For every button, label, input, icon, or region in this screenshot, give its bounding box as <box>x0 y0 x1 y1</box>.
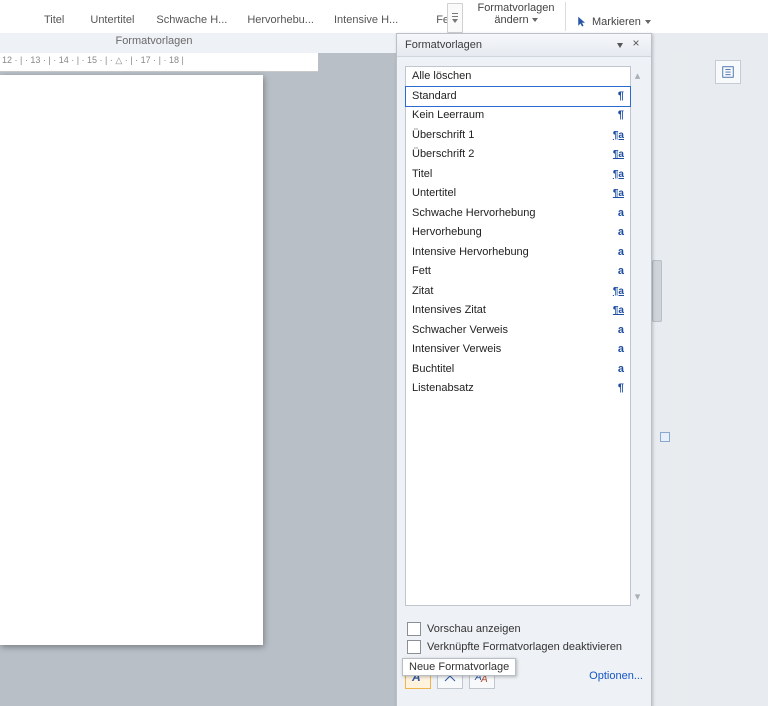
character-style-icon: a <box>610 243 624 263</box>
styles-list-scrollbar[interactable]: ▴ ▾ <box>631 67 644 605</box>
ribbon-group-label: Formatvorlagen <box>54 35 254 47</box>
style-item-label: Untertitel <box>412 184 456 204</box>
style-item[interactable]: Buchtitel a <box>406 360 630 380</box>
styles-pane-title: Formatvorlagen <box>405 39 482 51</box>
horizontal-ruler[interactable]: 12 · | · 13 · | · 14 · | · 15 · | · △ · … <box>0 53 318 72</box>
right-rail <box>651 33 768 706</box>
style-item-label: Standard <box>412 87 457 107</box>
linked-style-icon: ¶a <box>610 126 624 146</box>
pane-menu-icon[interactable] <box>617 43 623 48</box>
style-item-label: Buchtitel <box>412 360 454 380</box>
preview-checkbox-label: Vorschau anzeigen <box>427 623 521 635</box>
task-pane-toggle[interactable] <box>715 60 741 84</box>
style-item-label: Zitat <box>412 282 433 302</box>
style-item-label: Kein Leerraum <box>412 106 484 126</box>
split-handle[interactable] <box>660 432 670 442</box>
style-item[interactable]: Schwache Hervorhebung a <box>406 204 630 224</box>
style-gallery: Titel Untertitel Schwache H... Hervorheb… <box>0 0 461 33</box>
chevron-down-icon[interactable]: ▾ <box>631 590 644 603</box>
style-item-label: Hervorhebung <box>412 223 482 243</box>
style-item[interactable]: Überschrift 1 ¶a <box>406 126 630 146</box>
linked-style-icon: ¶a <box>610 301 624 321</box>
gear-icon <box>721 65 735 79</box>
style-item-label: Intensive Hervorhebung <box>412 243 529 263</box>
style-item[interactable]: Hervorhebung a <box>406 223 630 243</box>
checkbox-box <box>407 622 421 636</box>
style-item[interactable]: Zitat ¶a <box>406 282 630 302</box>
style-item[interactable]: Kein Leerraum ¶ <box>406 106 630 126</box>
styles-options-link[interactable]: Optionen... <box>589 670 643 682</box>
character-style-icon: a <box>610 340 624 360</box>
style-item-label: Fett <box>412 262 431 282</box>
character-style-icon: a <box>610 360 624 380</box>
linked-style-icon: ¶a <box>610 184 624 204</box>
style-item-label: Titel <box>412 165 432 185</box>
vertical-scrollbar[interactable] <box>670 53 687 706</box>
character-style-icon: a <box>610 321 624 341</box>
style-item[interactable]: Untertitel ¶a <box>406 184 630 204</box>
character-style-icon: a <box>610 204 624 224</box>
style-item[interactable]: Intensive Hervorhebung a <box>406 243 630 263</box>
style-item-label: Überschrift 2 <box>412 145 474 165</box>
preview-checkbox[interactable]: Vorschau anzeigen <box>407 620 637 638</box>
styles-pane-options: Vorschau anzeigen Verknüpfte Formatvorla… <box>407 620 637 656</box>
character-style-icon: a <box>610 262 624 282</box>
style-chip-titel[interactable]: Titel <box>38 10 70 30</box>
styles-pane-title-bar[interactable]: Formatvorlagen × <box>397 34 651 57</box>
styles-pane: Formatvorlagen × Alle löschenStandard¶Ke… <box>396 33 652 706</box>
style-chip-intensive[interactable]: Intensive H... <box>328 10 404 30</box>
chevron-up-icon[interactable]: ▴ <box>631 69 644 82</box>
style-gallery-more-button[interactable] <box>447 3 463 33</box>
paragraph-mark-icon: ¶ <box>610 106 624 126</box>
scroll-thumb[interactable] <box>652 260 662 322</box>
style-item[interactable]: Listenabsatz ¶ <box>406 379 630 399</box>
style-item[interactable]: Schwacher Verweis a <box>406 321 630 341</box>
style-item-label: Überschrift 1 <box>412 126 474 146</box>
ribbon-separator <box>565 2 566 31</box>
select-button[interactable]: Markieren <box>576 14 651 30</box>
style-chip-untertitel[interactable]: Untertitel <box>84 10 140 30</box>
ribbon: Titel Untertitel Schwache H... Hervorheb… <box>0 0 768 34</box>
checkbox-box <box>407 640 421 654</box>
cursor-icon <box>576 15 588 29</box>
paragraph-mark-icon: ¶ <box>610 87 624 107</box>
style-item-label: Intensives Zitat <box>412 301 486 321</box>
style-item-label: Schwache Hervorhebung <box>412 204 536 224</box>
disable-linked-checkbox-label: Verknüpfte Formatvorlagen deaktivieren <box>427 641 622 653</box>
change-styles-label-1: Formatvorlagen <box>468 2 564 14</box>
style-item[interactable]: Alle löschen <box>406 67 630 87</box>
tooltip: Neue Formatvorlage <box>402 658 516 676</box>
change-styles-button[interactable]: Formatvorlagen ändern <box>468 0 564 33</box>
style-chip-schwache[interactable]: Schwache H... <box>150 10 233 30</box>
style-item-label: Schwacher Verweis <box>412 321 508 341</box>
style-chip-hervorhebung[interactable]: Hervorhebu... <box>241 10 320 30</box>
change-styles-label-2: ändern <box>468 14 564 26</box>
disable-linked-checkbox[interactable]: Verknüpfte Formatvorlagen deaktivieren <box>407 638 637 656</box>
paragraph-mark-icon: ¶ <box>610 379 624 399</box>
style-item[interactable]: Titel ¶a <box>406 165 630 185</box>
character-style-icon: a <box>610 223 624 243</box>
style-item-label: Listenabsatz <box>412 379 474 399</box>
document-page[interactable] <box>0 75 263 645</box>
close-icon[interactable]: × <box>629 37 643 51</box>
style-item[interactable]: Standard ¶ <box>405 86 631 108</box>
select-label: Markieren <box>592 16 641 28</box>
linked-style-icon: ¶a <box>610 282 624 302</box>
style-item-label: Intensiver Verweis <box>412 340 501 360</box>
style-item-label: Alle löschen <box>412 67 471 87</box>
style-item[interactable]: Intensiver Verweis a <box>406 340 630 360</box>
linked-style-icon: ¶a <box>610 145 624 165</box>
style-item[interactable]: Überschrift 2 ¶a <box>406 145 630 165</box>
styles-list: Alle löschenStandard¶Kein Leerraum¶Übers… <box>405 66 631 606</box>
style-item[interactable]: Intensives Zitat ¶a <box>406 301 630 321</box>
style-item[interactable]: Fett a <box>406 262 630 282</box>
linked-style-icon: ¶a <box>610 165 624 185</box>
ruler-ticks: 12 · | · 13 · | · 14 · | · 15 · | · △ · … <box>2 55 184 69</box>
